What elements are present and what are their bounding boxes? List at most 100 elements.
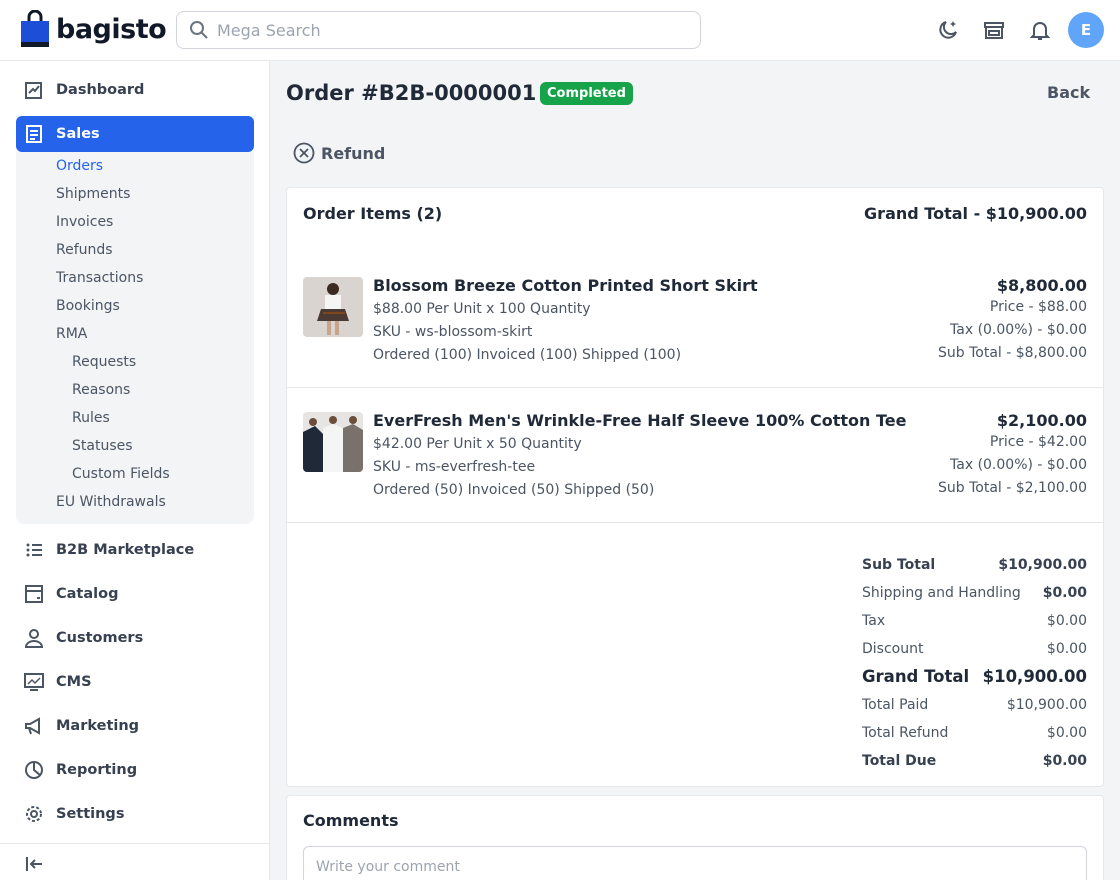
product-thumbnail[interactable] bbox=[303, 412, 363, 472]
status-badge: Completed bbox=[540, 82, 633, 105]
sidebar-sub-rma[interactable]: RMA bbox=[56, 326, 87, 342]
refund-button[interactable]: Refund bbox=[293, 142, 385, 164]
storefront-icon[interactable] bbox=[981, 17, 1007, 43]
summary-value: $0.00 bbox=[1046, 641, 1087, 657]
sidebar-sub-invoices[interactable]: Invoices bbox=[56, 214, 113, 230]
pie-chart-icon bbox=[24, 760, 44, 780]
summary-value: $10,900.00 bbox=[1006, 697, 1087, 713]
megaphone-icon bbox=[24, 716, 44, 736]
sidebar-sub-rma-statuses[interactable]: Statuses bbox=[72, 438, 133, 454]
comments-title: Comments bbox=[303, 811, 399, 830]
main-content: Order #B2B-0000001 Completed Back Refund… bbox=[271, 61, 1120, 880]
sidebar-sub-rma-requests[interactable]: Requests bbox=[72, 354, 136, 370]
summary-label: Discount bbox=[862, 641, 924, 657]
sidebar-item-cms[interactable]: CMS bbox=[16, 664, 254, 700]
sidebar-item-customers[interactable]: Customers bbox=[16, 620, 254, 656]
sidebar-item-sales[interactable]: Sales bbox=[16, 116, 254, 152]
summary-label: Tax bbox=[862, 613, 886, 629]
summary-tax: Tax $0.00 bbox=[862, 613, 1087, 629]
summary-label: Shipping and Handling bbox=[862, 585, 1021, 601]
cms-icon bbox=[24, 672, 44, 692]
product-name[interactable]: EverFresh Men's Wrinkle-Free Half Sleeve… bbox=[373, 411, 906, 430]
sidebar-sub-orders[interactable]: Orders bbox=[56, 158, 103, 174]
sidebar-sub-rma-custom-fields[interactable]: Custom Fields bbox=[72, 466, 170, 482]
order-item-row: Blossom Breeze Cotton Printed Short Skir… bbox=[287, 253, 1103, 388]
shopping-bag-logo-icon bbox=[21, 10, 49, 47]
item-price: Price - $88.00 bbox=[989, 299, 1087, 315]
sidebar-item-b2b-marketplace[interactable]: B2B Marketplace bbox=[16, 532, 254, 568]
unit-quantity: $88.00 Per Unit x 100 Quantity bbox=[373, 301, 591, 317]
order-item-row: EverFresh Men's Wrinkle-Free Half Sleeve… bbox=[287, 388, 1103, 523]
item-tax: Tax (0.00%) - $0.00 bbox=[950, 457, 1087, 473]
sales-icon bbox=[24, 124, 44, 144]
top-header: bagisto E bbox=[0, 0, 1120, 61]
summary-label: Total Refund bbox=[862, 725, 949, 741]
fulfilment-status: Ordered (100) Invoiced (100) Shipped (10… bbox=[373, 347, 682, 363]
summary-shipping: Shipping and Handling $0.00 bbox=[862, 585, 1087, 601]
sidebar-sub-rma-rules[interactable]: Rules bbox=[72, 410, 110, 426]
mega-search-box[interactable] bbox=[176, 11, 701, 49]
sidebar-sub-transactions[interactable]: Transactions bbox=[56, 270, 143, 286]
sidebar-sub-shipments[interactable]: Shipments bbox=[56, 186, 130, 202]
list-icon bbox=[24, 540, 44, 560]
search-icon bbox=[190, 21, 208, 39]
sidebar-item-marketing[interactable]: Marketing bbox=[16, 708, 254, 744]
sidebar-sub-refunds[interactable]: Refunds bbox=[56, 242, 113, 258]
sidebar-item-label: B2B Marketplace bbox=[56, 542, 195, 558]
user-avatar[interactable]: E bbox=[1068, 12, 1104, 48]
sidebar-item-label: CMS bbox=[56, 674, 92, 690]
sidebar-item-label: Dashboard bbox=[56, 82, 145, 98]
product-sku: SKU - ws-blossom-skirt bbox=[373, 324, 533, 340]
sidebar-item-label: Catalog bbox=[56, 586, 119, 602]
search-input[interactable] bbox=[217, 20, 677, 40]
summary-value: $0.00 bbox=[1042, 585, 1087, 601]
sidebar-item-settings[interactable]: Settings bbox=[16, 796, 254, 832]
item-subtotal: Sub Total - $2,100.00 bbox=[938, 480, 1087, 496]
bagisto-logo[interactable]: bagisto bbox=[20, 10, 167, 48]
close-circle-icon bbox=[293, 142, 315, 164]
product-thumbnail[interactable] bbox=[303, 277, 363, 337]
summary-sub-total: Sub Total $10,900.00 bbox=[862, 557, 1087, 573]
sidebar-item-dashboard[interactable]: Dashboard bbox=[16, 72, 254, 108]
sidebar-sub-bookings[interactable]: Bookings bbox=[56, 298, 120, 314]
item-total: $2,100.00 bbox=[996, 411, 1087, 430]
comment-input[interactable] bbox=[303, 846, 1087, 880]
back-button[interactable]: Back bbox=[1047, 83, 1090, 102]
sidebar-item-label: Customers bbox=[56, 630, 144, 646]
product-name[interactable]: Blossom Breeze Cotton Printed Short Skir… bbox=[373, 276, 758, 295]
unit-quantity: $42.00 Per Unit x 50 Quantity bbox=[373, 436, 582, 452]
order-items-card: Order Items (2) Grand Total - $10,900.00… bbox=[286, 187, 1104, 787]
page-title: Order #B2B-0000001 bbox=[286, 81, 537, 105]
fulfilment-status: Ordered (50) Invoiced (50) Shipped (50) bbox=[373, 482, 655, 498]
summary-label: Grand Total bbox=[862, 667, 970, 686]
dark-mode-icon[interactable] bbox=[935, 17, 961, 43]
sidebar-item-catalog[interactable]: Catalog bbox=[16, 576, 254, 612]
gear-icon bbox=[24, 804, 44, 824]
sidebar-item-label: Marketing bbox=[56, 718, 140, 734]
comments-card: Comments bbox=[286, 795, 1104, 880]
summary-label: Total Due bbox=[862, 753, 937, 769]
notification-bell-icon[interactable] bbox=[1027, 17, 1053, 43]
item-price: Price - $42.00 bbox=[989, 434, 1087, 450]
collapse-sidebar-icon[interactable] bbox=[24, 854, 44, 874]
summary-value: $10,900.00 bbox=[982, 667, 1087, 686]
product-sku: SKU - ms-everfresh-tee bbox=[373, 459, 536, 475]
sidebar-sub-eu-withdrawals[interactable]: EU Withdrawals bbox=[56, 494, 166, 510]
summary-value: $10,900.00 bbox=[998, 557, 1087, 573]
sidebar-item-label: Settings bbox=[56, 806, 125, 822]
sidebar: Dashboard Sales Orders Shipments Invoice… bbox=[0, 61, 270, 880]
sidebar-sub-rma-reasons[interactable]: Reasons bbox=[72, 382, 130, 398]
summary-total-paid: Total Paid $10,900.00 bbox=[862, 697, 1087, 713]
item-total: $8,800.00 bbox=[996, 276, 1087, 295]
item-subtotal: Sub Total - $8,800.00 bbox=[938, 345, 1087, 361]
sidebar-item-label: Reporting bbox=[56, 762, 138, 778]
summary-value: $0.00 bbox=[1046, 613, 1087, 629]
grand-total-heading: Grand Total - $10,900.00 bbox=[864, 204, 1087, 223]
summary-value: $0.00 bbox=[1046, 725, 1087, 741]
sidebar-item-reporting[interactable]: Reporting bbox=[16, 752, 254, 788]
order-items-heading: Order Items (2) bbox=[303, 204, 443, 223]
item-tax: Tax (0.00%) - $0.00 bbox=[950, 322, 1087, 338]
sidebar-collapse-bar bbox=[0, 843, 270, 880]
customers-icon bbox=[24, 628, 44, 648]
refund-label: Refund bbox=[321, 143, 386, 163]
